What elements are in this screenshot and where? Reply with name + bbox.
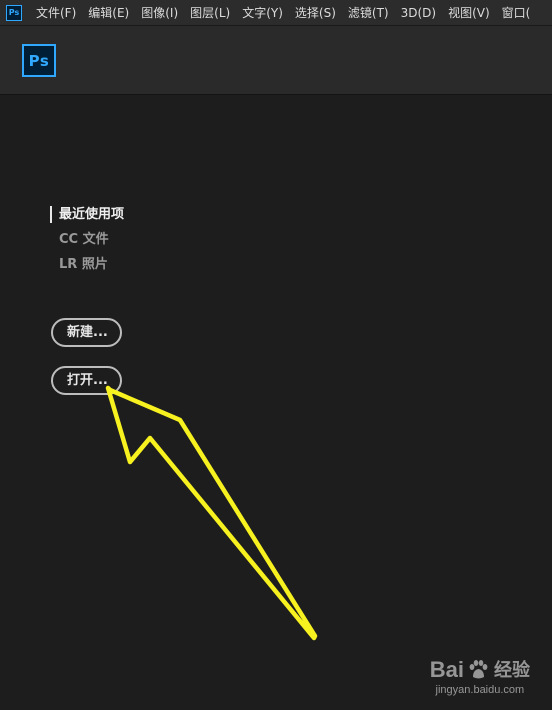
menu-image[interactable]: 图像(I)	[141, 4, 178, 21]
start-nav: 最近使用项 CC 文件 LR 照片	[50, 202, 124, 277]
baidu-paw-icon	[469, 660, 488, 679]
menu-edit[interactable]: 编辑(E)	[88, 4, 129, 21]
annotation-arrow-icon	[105, 385, 318, 641]
start-header: Ps	[0, 26, 552, 95]
photoshop-app-icon[interactable]: Ps	[6, 4, 22, 21]
menu-layer[interactable]: 图层(L)	[190, 4, 230, 21]
menu-file[interactable]: 文件(F)	[36, 4, 76, 21]
open-button[interactable]: 打开...	[51, 366, 122, 395]
nav-item-recent[interactable]: 最近使用项	[50, 202, 124, 227]
menu-3d[interactable]: 3D(D)	[401, 6, 436, 20]
watermark-brand-left: Bai	[429, 657, 464, 682]
menu-filter[interactable]: 滤镜(T)	[348, 4, 389, 21]
watermark-brand-right: 经验	[494, 660, 530, 680]
new-button[interactable]: 新建...	[51, 318, 122, 347]
watermark-subtitle: jingyan.baidu.com	[435, 684, 525, 696]
menu-view[interactable]: 视图(V)	[448, 4, 490, 21]
menu-select[interactable]: 选择(S)	[295, 4, 336, 21]
baidu-watermark: Bai 经验 jingyan.baidu.com	[430, 657, 530, 696]
menu-bar: Ps 文件(F) 编辑(E) 图像(I) 图层(L) 文字(Y) 选择(S) 滤…	[0, 0, 552, 26]
nav-item-lr-photos[interactable]: LR 照片	[50, 252, 124, 277]
menu-window[interactable]: 窗口(	[502, 4, 531, 21]
nav-item-cc-files[interactable]: CC 文件	[50, 227, 124, 252]
menu-type[interactable]: 文字(Y)	[242, 4, 283, 21]
photoshop-logo: Ps	[22, 44, 56, 77]
